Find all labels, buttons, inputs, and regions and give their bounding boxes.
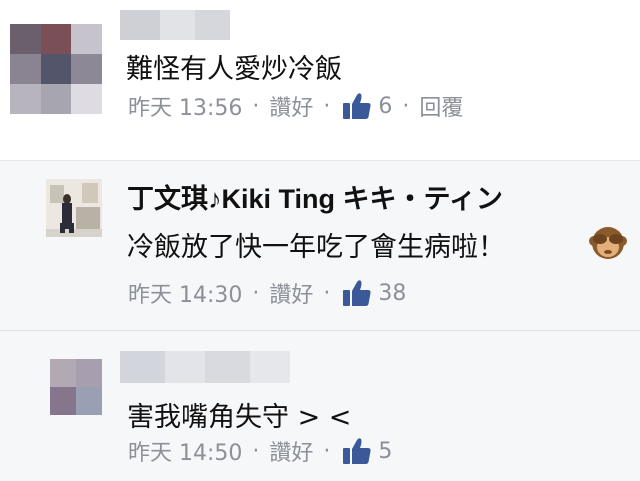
separator: · xyxy=(252,280,260,306)
separator: · xyxy=(402,93,410,119)
thumbs-up-icon[interactable] xyxy=(342,279,372,307)
comment-1: 難怪有人愛炒冷飯 昨天 13:56 · 讚好 · 6 · 回覆 xyxy=(0,0,640,160)
timestamp[interactable]: 昨天 14:30 xyxy=(128,277,242,309)
like-count: 5 xyxy=(378,438,393,464)
thumbs-up-icon[interactable] xyxy=(342,92,372,120)
avatar[interactable] xyxy=(46,179,102,237)
like-button[interactable]: 讚好 xyxy=(269,90,313,122)
avatar[interactable] xyxy=(50,359,102,415)
comment-text: 難怪有人愛炒冷飯 xyxy=(126,54,342,85)
separator: · xyxy=(323,280,331,306)
separator: · xyxy=(323,438,331,464)
reply-button[interactable]: 回覆 xyxy=(419,90,463,122)
like-button[interactable]: 讚好 xyxy=(269,435,313,467)
see-no-evil-monkey-icon xyxy=(588,223,628,263)
like-count: 6 xyxy=(378,93,393,119)
separator: · xyxy=(323,93,331,119)
timestamp[interactable]: 昨天 13:56 xyxy=(128,90,242,122)
like-count: 38 xyxy=(378,280,407,306)
avatar[interactable] xyxy=(10,24,102,114)
author-name[interactable]: 丁文琪♪Kiki Ting キキ・ティン xyxy=(127,177,503,216)
separator: · xyxy=(252,93,260,119)
comment-3: 害我嘴角失守 > < 昨天 14:50 · 讚好 · 5 xyxy=(0,330,640,481)
comment-2: 丁文琪♪Kiki Ting キキ・ティン 冷飯放了快一年吃了會生病啦！ 昨天 1… xyxy=(0,160,640,331)
separator: · xyxy=(252,438,260,464)
comment-meta: 昨天 14:30 · 讚好 · 38 xyxy=(128,277,406,309)
timestamp[interactable]: 昨天 14:50 xyxy=(128,435,242,467)
comment-meta: 昨天 13:56 · 讚好 · 6 · 回覆 xyxy=(128,90,463,122)
like-button[interactable]: 讚好 xyxy=(269,277,313,309)
comment-text: 冷飯放了快一年吃了會生病啦！ xyxy=(127,232,505,263)
author-name-blurred[interactable] xyxy=(120,351,290,383)
thumbs-up-icon[interactable] xyxy=(342,437,372,465)
comment-text: 害我嘴角失守 > < xyxy=(127,402,352,433)
author-name-blurred[interactable] xyxy=(120,10,230,40)
comment-meta: 昨天 14:50 · 讚好 · 5 xyxy=(128,435,392,467)
